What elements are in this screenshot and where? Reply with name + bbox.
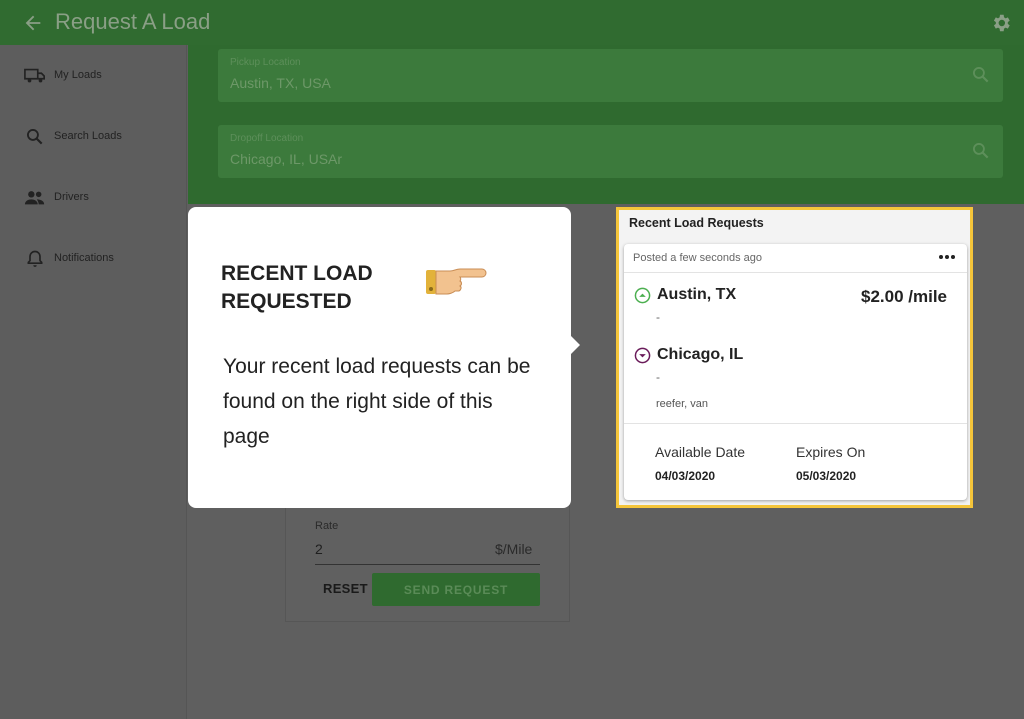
people-icon — [24, 191, 45, 205]
destination-detail: - — [656, 370, 660, 384]
dropoff-location-value[interactable]: Chicago, IL, USAr — [230, 151, 342, 167]
expires-on-value: 05/03/2020 — [796, 469, 857, 483]
available-date-label: Available Date — [655, 444, 746, 460]
popover-title: RECENT LOAD REQUESTED — [221, 262, 373, 313]
gear-icon[interactable] — [990, 12, 1012, 34]
popover-arrow — [569, 334, 580, 356]
equipment-types: reefer, van — [656, 398, 708, 410]
load-rate: $2.00 /mile — [861, 287, 948, 306]
more-horizontal-icon[interactable] — [938, 252, 956, 262]
arrow-left-icon[interactable] — [22, 12, 44, 34]
sidebar-item-search-loads[interactable]: Search Loads — [0, 117, 187, 157]
pickup-location-field[interactable]: Pickup Location Austin, TX, USA — [218, 49, 1003, 102]
recent-requests-title: Recent Load Requests — [629, 216, 764, 230]
search-panel: Pickup Location Austin, TX, USA Dropoff … — [188, 45, 1024, 204]
app-bar: Request A Load — [0, 0, 1024, 45]
posted-time: Posted a few seconds ago — [633, 252, 763, 264]
tour-popover: RECENT LOAD REQUESTED Your recent load r… — [188, 207, 571, 508]
origin-pin-icon — [634, 287, 651, 304]
sidebar-item-notifications[interactable]: Notifications — [0, 239, 187, 279]
send-request-button[interactable]: SEND REQUEST — [372, 573, 540, 606]
dropoff-location-field[interactable]: Dropoff Location Chicago, IL, USAr — [218, 125, 1003, 178]
destination-city: Chicago, IL — [657, 346, 744, 363]
request-form-card: Rate 2 $/Mile RESET SEND REQUEST — [285, 505, 570, 622]
sidebar: My Loads Search Loads Drivers Notificati… — [0, 45, 187, 719]
search-icon — [26, 129, 43, 145]
truck-icon — [24, 68, 45, 83]
destination-pin-icon — [634, 347, 651, 364]
card-divider — [624, 423, 967, 424]
card-divider — [624, 272, 967, 273]
rate-label: Rate — [315, 520, 339, 532]
origin-city: Austin, TX — [657, 286, 737, 303]
search-icon[interactable] — [971, 141, 991, 161]
origin-detail: - — [656, 310, 660, 324]
pickup-location-label: Pickup Location — [230, 57, 301, 68]
rate-input[interactable]: 2 — [315, 541, 323, 557]
sidebar-item-my-loads[interactable]: My Loads — [0, 56, 187, 96]
pointing-hand-icon — [426, 268, 487, 295]
load-request-card[interactable]: Posted a few seconds ago Austin, TX - $2… — [624, 244, 967, 500]
recent-requests-panel: Recent Load Requests Posted a few second… — [616, 207, 973, 508]
rate-input-underline — [315, 564, 540, 565]
sidebar-item-label: My Loads — [54, 69, 102, 81]
sidebar-item-label: Drivers — [54, 191, 89, 203]
pickup-location-value[interactable]: Austin, TX, USA — [230, 75, 331, 91]
dropoff-location-label: Dropoff Location — [230, 133, 304, 144]
page-title: Request A Load — [55, 9, 211, 34]
rate-unit: $/Mile — [495, 541, 533, 557]
search-icon[interactable] — [971, 65, 991, 85]
bell-icon — [27, 250, 43, 267]
reset-button[interactable]: RESET — [323, 581, 368, 596]
popover-body: Your recent load requests can be found o… — [223, 355, 531, 448]
available-date-value: 04/03/2020 — [655, 469, 716, 483]
sidebar-item-label: Notifications — [54, 252, 114, 264]
sidebar-item-label: Search Loads — [54, 130, 122, 142]
expires-on-label: Expires On — [796, 444, 866, 460]
sidebar-item-drivers[interactable]: Drivers — [0, 178, 187, 218]
